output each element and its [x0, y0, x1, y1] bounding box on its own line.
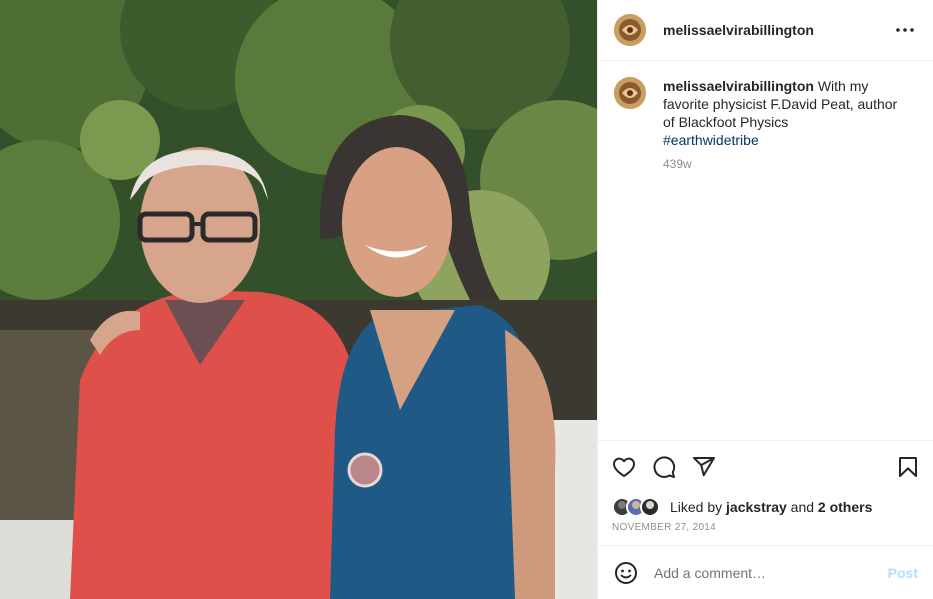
- caption-avatar[interactable]: [614, 77, 646, 109]
- actions-section: Liked by jackstray and 2 others NOVEMBER…: [598, 440, 933, 533]
- post-comment-button[interactable]: Post: [888, 565, 918, 581]
- comment-box: Post: [598, 545, 933, 599]
- likes-summary: Liked by jackstray and 2 others: [670, 499, 872, 515]
- author-avatar[interactable]: [614, 14, 646, 46]
- comment-button[interactable]: [652, 455, 676, 479]
- comment-icon: [653, 456, 676, 478]
- more-options-button[interactable]: [893, 18, 917, 42]
- caption-row: melissaelvirabillington With my favorite…: [614, 77, 917, 173]
- comment-input[interactable]: [654, 562, 880, 583]
- caption-body: melissaelvirabillington With my favorite…: [663, 77, 903, 173]
- photo-illustration: [0, 0, 597, 599]
- first-liker-link[interactable]: jackstray: [726, 499, 787, 515]
- post-header: melissaelvirabillington: [598, 0, 933, 61]
- caption-username[interactable]: melissaelvirabillington: [663, 78, 814, 94]
- action-bar: [612, 441, 920, 493]
- post-date[interactable]: NOVEMBER 27, 2014: [612, 522, 920, 533]
- author-avatar-image: [614, 14, 646, 46]
- caption-age[interactable]: 439w: [663, 155, 903, 173]
- caption-hashtag[interactable]: #earthwidetribe: [663, 131, 903, 149]
- share-icon: [693, 457, 715, 477]
- more-horizontal-icon: [896, 28, 914, 32]
- emoji-button[interactable]: [614, 561, 638, 585]
- share-button[interactable]: [692, 455, 716, 479]
- others-likes-link[interactable]: 2 others: [818, 499, 872, 515]
- liker-avatar-image: [642, 499, 658, 515]
- save-button[interactable]: [896, 455, 920, 479]
- likes-middle: and: [786, 499, 818, 515]
- liker-avatar[interactable]: [640, 497, 660, 517]
- header-username[interactable]: melissaelvirabillington: [663, 22, 814, 38]
- like-button[interactable]: [612, 455, 636, 479]
- emoji-icon: [615, 561, 637, 584]
- heart-icon: [613, 457, 635, 477]
- bookmark-icon: [899, 457, 917, 477]
- post-photo[interactable]: [0, 0, 597, 599]
- caption-avatar-image: [614, 77, 646, 109]
- likes-row: Liked by jackstray and 2 others: [612, 494, 920, 520]
- liker-avatars: [612, 497, 664, 517]
- instagram-post: melissaelvirabillington melissaelvirabil…: [0, 0, 933, 599]
- likes-prefix: Liked by: [670, 499, 727, 515]
- post-side-panel: melissaelvirabillington melissaelvirabil…: [597, 0, 933, 599]
